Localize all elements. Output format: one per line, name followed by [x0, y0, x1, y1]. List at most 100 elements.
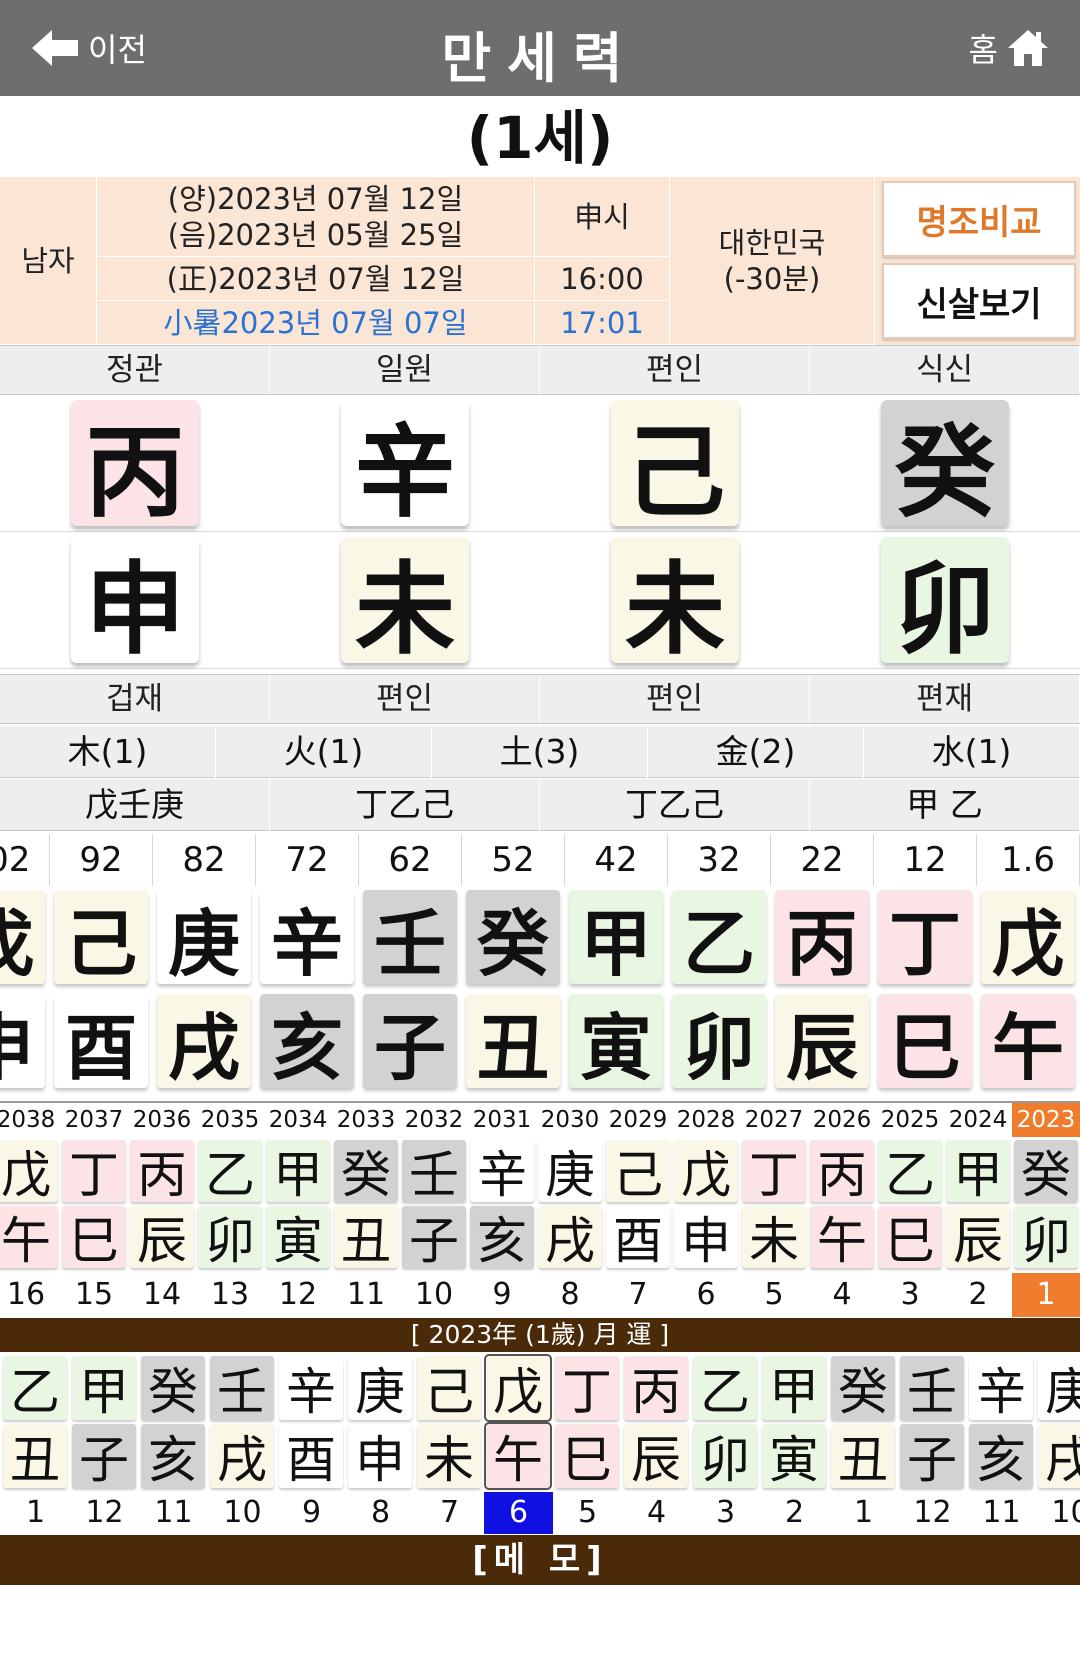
sewoon-branch-tile[interactable]: 子 [402, 1206, 466, 1270]
sewoon-stem-tile[interactable]: 丙 [810, 1140, 874, 1204]
sewoon-branch-tile[interactable]: 巳 [878, 1206, 942, 1270]
sewoon-year[interactable]: 2029 [604, 1103, 672, 1137]
daewoon-stem-tile[interactable]: 庚 [157, 890, 251, 986]
wolwoon-stem-tile[interactable]: 庚 [1038, 1356, 1080, 1421]
wolwoon-month[interactable]: 1 [829, 1492, 898, 1534]
wolwoon-month[interactable]: 2 [760, 1492, 829, 1534]
wolwoon-stem-tile[interactable]: 戊 [484, 1354, 552, 1422]
sewoon-branch-tile[interactable]: 辰 [946, 1206, 1010, 1270]
wolwoon-branch-tile[interactable]: 丑 [831, 1424, 895, 1489]
wolwoon-stem-tile[interactable]: 壬 [900, 1356, 964, 1421]
sewoon-year[interactable]: 2025 [876, 1103, 944, 1137]
sewoon-year[interactable]: 2024 [944, 1103, 1012, 1137]
sewoon-branch-tile[interactable]: 申 [674, 1206, 738, 1270]
wolwoon-stem-tile[interactable]: 乙 [3, 1356, 67, 1421]
daewoon-stem-tile[interactable]: 戊 [0, 890, 45, 986]
sewoon-branch-tile[interactable]: 巳 [62, 1206, 126, 1270]
daewoon-stem-tile[interactable]: 辛 [260, 890, 354, 986]
sewoon-year[interactable]: 2032 [400, 1103, 468, 1137]
wolwoon-branch-tile[interactable]: 卯 [693, 1424, 757, 1489]
wolwoon-month[interactable]: 10 [208, 1492, 277, 1534]
daewoon-branch-tile[interactable]: 亥 [260, 994, 354, 1090]
pillar-branch-tile[interactable]: 申 [71, 537, 199, 668]
sewoon-stem-tile[interactable]: 戊 [0, 1140, 58, 1204]
sewoon-year[interactable]: 2028 [672, 1103, 740, 1137]
sewoon-year[interactable]: 2026 [808, 1103, 876, 1137]
wolwoon-branch-tile[interactable]: 申 [348, 1424, 412, 1489]
daewoon-branch-tile[interactable]: 辰 [775, 994, 869, 1090]
daewoon-branch-tile[interactable]: 丑 [466, 994, 560, 1090]
sewoon-branch-tile[interactable]: 午 [810, 1206, 874, 1270]
sewoon-branch-tile[interactable]: 卯 [1014, 1206, 1078, 1270]
sewoon-stem-tile[interactable]: 庚 [538, 1140, 602, 1204]
sewoon-stem-tile[interactable]: 己 [606, 1140, 670, 1204]
sewoon-stem-tile[interactable]: 乙 [198, 1140, 262, 1204]
wolwoon-branch-tile[interactable]: 未 [417, 1424, 481, 1489]
daewoon-stem-tile[interactable]: 丁 [878, 890, 972, 986]
sewoon-stem-tile[interactable]: 甲 [946, 1140, 1010, 1204]
sinsal-view-button[interactable]: 신살보기 [882, 263, 1076, 339]
wolwoon-month[interactable]: 6 [484, 1492, 553, 1534]
sewoon-year[interactable]: 2037 [60, 1103, 128, 1137]
daewoon-branch-tile[interactable]: 子 [363, 994, 457, 1090]
wolwoon-stem-tile[interactable]: 乙 [693, 1356, 757, 1421]
sewoon-year[interactable]: 2023 [1012, 1103, 1080, 1137]
compare-chart-button[interactable]: 명조비교 [882, 181, 1076, 257]
daewoon-branch-tile[interactable]: 戌 [157, 994, 251, 1090]
daewoon-branch-tile[interactable]: 寅 [569, 994, 663, 1090]
wolwoon-month[interactable]: 5 [553, 1492, 622, 1534]
wolwoon-branch-tile[interactable]: 辰 [624, 1424, 688, 1489]
sewoon-year[interactable]: 2036 [128, 1103, 196, 1137]
wolwoon-month[interactable]: 3 [691, 1492, 760, 1534]
wolwoon-branch-tile[interactable]: 酉 [279, 1424, 343, 1489]
wolwoon-stem-tile[interactable]: 辛 [279, 1356, 343, 1421]
wolwoon-stem-tile[interactable]: 庚 [348, 1356, 412, 1421]
sewoon-branch-tile[interactable]: 亥 [470, 1206, 534, 1270]
sewoon-year[interactable]: 2031 [468, 1103, 536, 1137]
sewoon-branch-tile[interactable]: 寅 [266, 1206, 330, 1270]
wolwoon-month[interactable]: 8 [346, 1492, 415, 1534]
wolwoon-month[interactable]: 7 [415, 1492, 484, 1534]
daewoon-stem-tile[interactable]: 壬 [363, 890, 457, 986]
pillar-branch-tile[interactable]: 未 [611, 537, 739, 668]
sewoon-branch-tile[interactable]: 午 [0, 1206, 58, 1270]
wolwoon-branch-tile[interactable]: 寅 [762, 1424, 826, 1489]
pillar-branch-tile[interactable]: 未 [341, 537, 469, 668]
wolwoon-month[interactable]: 11 [139, 1492, 208, 1534]
daewoon-branch-tile[interactable]: 酉 [54, 994, 148, 1090]
sewoon-year[interactable]: 2034 [264, 1103, 332, 1137]
sewoon-branch-tile[interactable]: 丑 [334, 1206, 398, 1270]
wolwoon-stem-tile[interactable]: 甲 [72, 1356, 136, 1421]
sewoon-stem-tile[interactable]: 丁 [742, 1140, 806, 1204]
sewoon-stem-tile[interactable]: 癸 [1014, 1140, 1078, 1204]
wolwoon-stem-tile[interactable]: 辛 [969, 1356, 1033, 1421]
wolwoon-stem-tile[interactable]: 壬 [210, 1356, 274, 1421]
daewoon-stem-tile[interactable]: 己 [54, 890, 148, 986]
wolwoon-stem-tile[interactable]: 癸 [831, 1356, 895, 1421]
pillar-stem-tile[interactable]: 癸 [881, 400, 1009, 531]
wolwoon-month[interactable]: 1 [1, 1492, 70, 1534]
wolwoon-month[interactable]: 10 [1036, 1492, 1080, 1534]
daewoon-stem-tile[interactable]: 丙 [775, 890, 869, 986]
sewoon-branch-tile[interactable]: 酉 [606, 1206, 670, 1270]
wolwoon-branch-tile[interactable]: 亥 [969, 1424, 1033, 1489]
sewoon-branch-tile[interactable]: 戌 [538, 1206, 602, 1270]
sewoon-stem-tile[interactable]: 壬 [402, 1140, 466, 1204]
pillar-stem-tile[interactable]: 辛 [341, 400, 469, 531]
sewoon-stem-tile[interactable]: 丁 [62, 1140, 126, 1204]
wolwoon-branch-tile[interactable]: 午 [484, 1422, 552, 1490]
memo-button[interactable]: [메 모] [0, 1535, 1080, 1585]
sewoon-year[interactable]: 2035 [196, 1103, 264, 1137]
wolwoon-stem-tile[interactable]: 丁 [555, 1356, 619, 1421]
sewoon-branch-tile[interactable]: 辰 [130, 1206, 194, 1270]
sewoon-stem-tile[interactable]: 辛 [470, 1140, 534, 1204]
sewoon-year[interactable]: 2033 [332, 1103, 400, 1137]
daewoon-branch-tile[interactable]: 午 [981, 994, 1075, 1090]
sewoon-year[interactable]: 2038 [0, 1103, 60, 1137]
wolwoon-branch-tile[interactable]: 巳 [555, 1424, 619, 1489]
wolwoon-stem-tile[interactable]: 己 [417, 1356, 481, 1421]
wolwoon-month[interactable]: 12 [70, 1492, 139, 1534]
daewoon-stem-tile[interactable]: 甲 [569, 890, 663, 986]
sewoon-branch-tile[interactable]: 未 [742, 1206, 806, 1270]
sewoon-year[interactable]: 2030 [536, 1103, 604, 1137]
